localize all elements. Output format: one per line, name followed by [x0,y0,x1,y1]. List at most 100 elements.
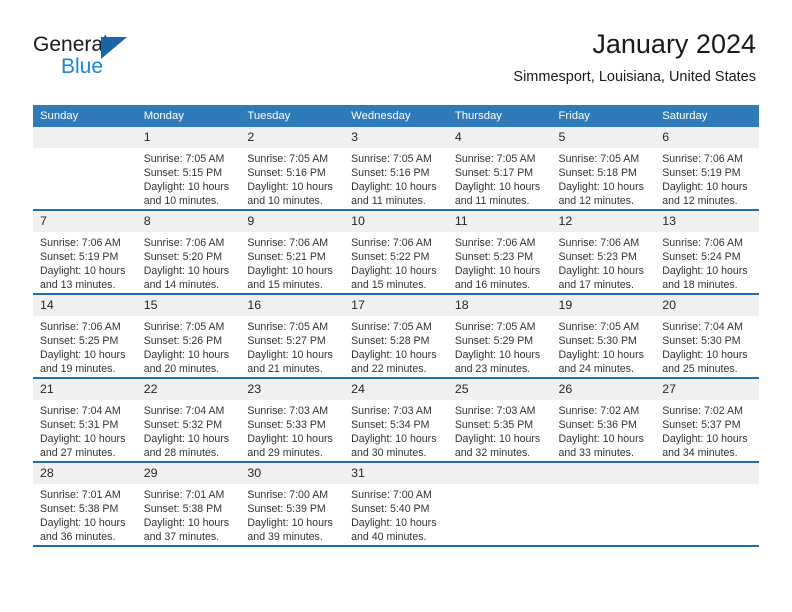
sunrise-text: Sunrise: 7:00 AM [247,489,329,501]
day-number: 21 [33,379,137,400]
day-details: Sunrise: 7:02 AM Sunset: 5:36 PM Daylight:… [552,400,656,460]
calendar-day-cell[interactable]: 8 Sunrise: 7:06 AM Sunset: 5:20 PM Daylight… [136,211,241,293]
daylight-text-line1: Daylight: 10 hours [351,265,437,278]
day-number: 11 [447,211,552,232]
calendar-day-cell[interactable]: 27 Sunrise: 7:02 AM Sunset: 5:37 PM Dayligh… [655,379,759,461]
day-cell-inner: 25 Sunrise: 7:03 AM Sunset: 5:35 PM Dayligh… [447,379,552,461]
day-cell-inner: 31 Sunrise: 7:00 AM Sunset: 5:40 PM Dayligh… [344,463,448,545]
calendar-day-cell[interactable]: 2 Sunrise: 7:05 AM Sunset: 5:16 PM Daylight… [240,127,345,209]
daylight-text-line1: Daylight: 10 hours [662,265,748,278]
calendar-day-cell[interactable]: 28 Sunrise: 7:01 AM Sunset: 5:38 PM Dayligh… [33,463,137,545]
day-number: 5 [551,127,656,148]
day-number: 12 [551,211,656,232]
day-cell-inner: 2 Sunrise: 7:05 AM Sunset: 5:16 PM Daylight… [240,127,345,209]
sunrise-text: Sunrise: 7:03 AM [454,405,536,417]
sunset-text: Sunset: 5:25 PM [40,335,119,348]
sunset-text: Sunset: 5:19 PM [662,167,741,180]
daylight-text-line2: and 37 minutes. [143,531,220,544]
day-cell-inner: 29 Sunrise: 7:01 AM Sunset: 5:38 PM Dayligh… [136,463,241,545]
calendar-day-cell[interactable]: 18 Sunrise: 7:05 AM Sunset: 5:29 PM Dayligh… [447,295,552,377]
daylight-text-line1: Daylight: 10 hours [40,517,126,530]
calendar-day-cell[interactable]: 26 Sunrise: 7:02 AM Sunset: 5:36 PM Dayligh… [551,379,656,461]
day-cell-inner: 19 Sunrise: 7:05 AM Sunset: 5:30 PM Dayligh… [551,295,656,377]
calendar-day-cell[interactable]: 14 Sunrise: 7:06 AM Sunset: 5:25 PM Dayligh… [33,295,137,377]
calendar-day-cell[interactable]: 6 Sunrise: 7:06 AM Sunset: 5:19 PM Daylight… [655,127,759,209]
daylight-text-line1: Daylight: 10 hours [454,433,541,446]
calendar-day-cell[interactable]: 7 Sunrise: 7:06 AM Sunset: 5:19 PM Daylight… [33,211,137,293]
sunset-text: Sunset: 5:31 PM [40,419,119,432]
sunset-text: Sunset: 5:22 PM [351,251,430,264]
day-number: 7 [33,211,137,232]
sunset-text: Sunset: 5:38 PM [40,503,119,516]
sunrise-text: Sunrise: 7:06 AM [454,237,536,249]
sunrise-text: Sunrise: 7:05 AM [454,321,536,333]
day-details: Sunrise: 7:06 AM Sunset: 5:22 PM Daylight:… [344,232,448,292]
calendar-day-cell[interactable]: 24 Sunrise: 7:03 AM Sunset: 5:34 PM Dayligh… [344,379,448,461]
calendar-day-cell[interactable]: 13 Sunrise: 7:06 AM Sunset: 5:24 PM Dayligh… [655,211,759,293]
daylight-text-line1: Daylight: 10 hours [143,433,230,446]
day-details: Sunrise: 7:05 AM Sunset: 5:29 PM Daylight:… [448,316,552,376]
day-details: Sunrise: 7:03 AM Sunset: 5:34 PM Daylight:… [344,400,448,460]
sunset-text: Sunset: 5:23 PM [454,251,534,264]
sunrise-text: Sunrise: 7:05 AM [558,321,640,333]
day-cell-inner: 4 Sunrise: 7:05 AM Sunset: 5:17 PM Daylight… [447,127,552,209]
calendar-day-cell[interactable]: 21 Sunrise: 7:04 AM Sunset: 5:31 PM Dayligh… [33,379,137,461]
day-details: Sunrise: 7:06 AM Sunset: 5:25 PM Daylight:… [33,316,137,376]
sunrise-text: Sunrise: 7:06 AM [662,237,743,249]
day-number: 19 [551,295,656,316]
calendar-day-cell[interactable]: 11 Sunrise: 7:06 AM Sunset: 5:23 PM Dayligh… [447,211,552,293]
sunset-text: Sunset: 5:26 PM [143,335,223,348]
sunset-text: Sunset: 5:32 PM [143,419,223,432]
calendar-day-cell[interactable]: 1 Sunrise: 7:05 AM Sunset: 5:15 PM Daylight… [136,127,241,209]
calendar-day-cell[interactable]: 17 Sunrise: 7:05 AM Sunset: 5:28 PM Dayligh… [344,295,448,377]
calendar-day-cell[interactable]: 15 Sunrise: 7:05 AM Sunset: 5:26 PM Dayligh… [136,295,241,377]
calendar-day-cell[interactable]: 31 Sunrise: 7:00 AM Sunset: 5:40 PM Dayligh… [344,463,448,545]
daylight-text-line1: Daylight: 10 hours [558,181,644,194]
sunrise-text: Sunrise: 7:05 AM [351,153,432,165]
day-number: 15 [136,295,241,316]
calendar-day-cell[interactable]: 30 Sunrise: 7:00 AM Sunset: 5:39 PM Dayligh… [240,463,345,545]
calendar-day-cell[interactable]: 23 Sunrise: 7:03 AM Sunset: 5:33 PM Dayligh… [240,379,345,461]
day-details: Sunrise: 7:05 AM Sunset: 5:26 PM Daylight:… [137,316,241,376]
calendar-day-cell[interactable]: 22 Sunrise: 7:04 AM Sunset: 5:32 PM Dayligh… [136,379,241,461]
daylight-text-line1: Daylight: 10 hours [143,265,230,278]
calendar-day-cell[interactable]: 3 Sunrise: 7:05 AM Sunset: 5:16 PM Daylight… [344,127,448,209]
calendar-day-cell[interactable]: 5 Sunrise: 7:05 AM Sunset: 5:18 PM Daylight… [551,127,656,209]
day-number: 2 [240,127,345,148]
sunrise-text: Sunrise: 7:01 AM [40,489,121,501]
calendar-day-cell[interactable]: 10 Sunrise: 7:06 AM Sunset: 5:22 PM Dayligh… [344,211,448,293]
daylight-text-line2: and 11 minutes. [454,195,530,208]
daylight-text-line2: and 20 minutes. [143,363,220,376]
weekday-header-saturday: Saturday [655,105,759,127]
day-details: Sunrise: 7:05 AM Sunset: 5:16 PM Daylight:… [344,148,448,208]
sunrise-text: Sunrise: 7:02 AM [662,405,743,417]
calendar-day-cell[interactable]: 25 Sunrise: 7:03 AM Sunset: 5:35 PM Dayligh… [447,379,552,461]
day-cell-inner: 9 Sunrise: 7:06 AM Sunset: 5:21 PM Daylight… [240,211,345,293]
daylight-text-line2: and 36 minutes. [40,531,116,544]
calendar-day-cell[interactable]: 4 Sunrise: 7:05 AM Sunset: 5:17 PM Daylight… [447,127,552,209]
day-cell-inner [447,463,552,545]
calendar-day-cell[interactable]: 19 Sunrise: 7:05 AM Sunset: 5:30 PM Dayligh… [551,295,656,377]
daylight-text-line1: Daylight: 10 hours [247,433,333,446]
calendar-day-cell[interactable]: 12 Sunrise: 7:06 AM Sunset: 5:23 PM Dayligh… [551,211,656,293]
calendar-day-cell[interactable]: 16 Sunrise: 7:05 AM Sunset: 5:27 PM Dayligh… [240,295,345,377]
daylight-text-line2: and 30 minutes. [351,447,427,460]
day-cell-inner: 6 Sunrise: 7:06 AM Sunset: 5:19 PM Daylight… [655,127,759,209]
sunset-text: Sunset: 5:37 PM [662,419,741,432]
calendar-day-cell[interactable]: 29 Sunrise: 7:01 AM Sunset: 5:38 PM Dayligh… [136,463,241,545]
general-blue-logo[interactable]: General Blue [33,33,213,81]
day-number: 20 [655,295,759,316]
calendar-day-cell[interactable]: 20 Sunrise: 7:04 AM Sunset: 5:30 PM Dayligh… [655,295,759,377]
daylight-text-line2: and 33 minutes. [558,447,634,460]
day-cell-inner [33,127,137,209]
daylight-text-line2: and 21 minutes. [247,363,323,376]
day-cell-inner: 8 Sunrise: 7:06 AM Sunset: 5:20 PM Daylight… [136,211,241,293]
day-cell-inner: 26 Sunrise: 7:02 AM Sunset: 5:36 PM Dayligh… [551,379,656,461]
calendar-day-cell[interactable]: 9 Sunrise: 7:06 AM Sunset: 5:21 PM Daylight… [240,211,345,293]
daylight-text-line1: Daylight: 10 hours [40,433,126,446]
daylight-text-line2: and 14 minutes. [143,279,220,292]
weekday-header-tuesday: Tuesday [240,105,345,127]
daylight-text-line2: and 11 minutes. [351,195,426,208]
sunset-text: Sunset: 5:30 PM [558,335,637,348]
daylight-text-line2: and 13 minutes. [40,279,116,292]
